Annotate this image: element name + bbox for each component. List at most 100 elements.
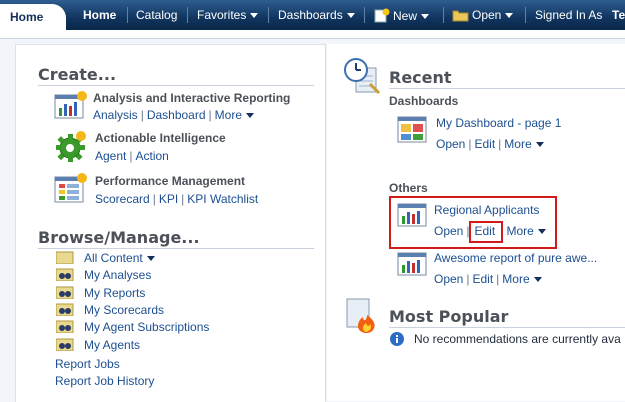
report-jobs-link[interactable]: Report Jobs <box>55 357 120 371</box>
browse-item-label: My Agent Subscriptions <box>84 320 210 334</box>
nav-dashboards-label: Dashboards <box>278 8 343 22</box>
chevron-down-icon <box>533 277 542 282</box>
left-panel: Create... Analysis and Interactive Repor… <box>15 44 326 402</box>
right-panel: Recent Dashboards My Dashboard - page 1 … <box>327 44 625 401</box>
dashboard-open-link[interactable]: Open <box>436 137 465 151</box>
create-divider <box>38 85 314 86</box>
recent-other-actions: Open | Edit | More <box>434 272 542 286</box>
binoculars-folder-icon <box>56 320 74 333</box>
other-open-link[interactable]: Open <box>434 224 463 238</box>
scorecard-icon <box>54 173 87 203</box>
other-more-menu[interactable]: More <box>502 272 542 286</box>
report-chart-icon <box>397 203 427 227</box>
create-item-title: Performance Management <box>95 174 246 188</box>
nav-separator <box>268 7 269 23</box>
recent-section-title: Recent <box>389 68 452 87</box>
nav-new-menu[interactable]: New <box>374 8 430 23</box>
browse-item-label: My Scorecards <box>84 303 165 317</box>
more-label: More <box>502 272 530 286</box>
binoculars-folder-icon <box>56 303 74 316</box>
home-tab[interactable]: Home <box>0 4 66 30</box>
folder-icon <box>56 251 74 264</box>
report-chart-icon <box>397 252 427 276</box>
create-kpi-watchlist-link[interactable]: KPI Watchlist <box>187 192 258 206</box>
signed-in-user[interactable]: Te <box>612 8 625 22</box>
create-dashboard-link[interactable]: Dashboard <box>147 108 206 122</box>
browse-my-agent-subscriptions[interactable]: My Agent Subscriptions <box>56 320 209 336</box>
dashboard-edit-link[interactable]: Edit <box>474 137 495 151</box>
clock-document-icon <box>344 58 381 94</box>
popular-message: No recommendations are currently ava <box>414 332 621 346</box>
dashboard-more-menu[interactable]: More <box>504 137 544 151</box>
browse-item-label: My Reports <box>84 286 146 300</box>
nav-favorites-menu[interactable]: Favorites <box>197 8 259 22</box>
nav-separator <box>443 7 444 23</box>
recent-divider <box>389 88 625 89</box>
create-more-menu[interactable]: More <box>215 108 254 122</box>
browse-item-label: My Agents <box>84 338 141 352</box>
nav-separator <box>187 7 188 23</box>
chevron-down-icon <box>346 13 355 18</box>
report-job-history-link[interactable]: Report Job History <box>55 374 154 388</box>
create-action-link[interactable]: Action <box>135 149 168 163</box>
nav-dashboards-menu[interactable]: Dashboards <box>278 8 355 22</box>
browse-my-agents[interactable]: My Agents <box>56 338 140 354</box>
create-item-title: Actionable Intelligence <box>95 131 226 145</box>
recent-dashboards-heading: Dashboards <box>389 94 459 108</box>
analysis-chart-icon <box>54 91 87 119</box>
browse-all-content[interactable]: All Content <box>56 251 155 267</box>
chevron-down-icon <box>250 13 259 18</box>
nav-catalog-link[interactable]: Catalog <box>136 8 177 22</box>
nav-new-label: New <box>393 9 418 23</box>
create-item-links: Agent | Action <box>95 149 169 163</box>
recent-others-heading: Others <box>389 181 428 195</box>
binoculars-folder-icon <box>56 338 74 351</box>
binoculars-folder-icon <box>56 268 74 281</box>
popular-fire-icon <box>346 298 375 333</box>
new-document-icon <box>374 8 390 23</box>
nav-open-menu[interactable]: Open <box>452 8 514 22</box>
nav-open-label: Open <box>472 8 502 22</box>
create-more-label: More <box>214 108 242 122</box>
signed-in-label: Signed In As <box>535 8 603 22</box>
recent-dashboard-name[interactable]: My Dashboard - page 1 <box>436 116 561 130</box>
more-label: More <box>504 137 532 151</box>
create-scorecard-link[interactable]: Scorecard <box>95 192 150 206</box>
browse-section-title: Browse/Manage... <box>38 228 200 247</box>
chevron-down-icon <box>535 142 544 147</box>
create-section-title: Create... <box>38 65 117 84</box>
browse-my-reports[interactable]: My Reports <box>56 286 145 302</box>
home-tab-label: Home <box>10 10 44 24</box>
create-analysis-link[interactable]: Analysis <box>93 108 138 122</box>
popular-section-title: Most Popular <box>389 307 509 326</box>
chevron-down-icon <box>146 256 155 261</box>
other-open-link[interactable]: Open <box>434 272 463 286</box>
browse-my-scorecards[interactable]: My Scorecards <box>56 303 164 319</box>
chevron-down-icon <box>421 14 430 19</box>
top-nav-bar: Home Home Catalog Favorites Dashboards N… <box>0 0 625 30</box>
popular-divider <box>389 327 625 328</box>
nav-favorites-label: Favorites <box>197 8 247 22</box>
chevron-down-icon <box>246 113 254 118</box>
more-label: More <box>506 224 534 238</box>
nav-home-link[interactable]: Home <box>83 8 116 22</box>
chevron-down-icon <box>505 13 514 18</box>
create-kpi-link[interactable]: KPI <box>159 192 178 206</box>
folder-icon <box>452 10 469 22</box>
browse-divider <box>38 248 314 249</box>
nav-separator <box>364 7 365 23</box>
highlight-edit-link <box>469 221 503 243</box>
panel-divider <box>325 44 326 401</box>
binoculars-folder-icon <box>56 286 74 299</box>
browse-my-analyses[interactable]: My Analyses <box>56 268 151 284</box>
recent-other-name[interactable]: Regional Applicants <box>434 203 539 217</box>
recent-other-name[interactable]: Awesome report of pure awe... <box>434 251 597 265</box>
other-edit-link[interactable]: Edit <box>472 272 493 286</box>
create-item-links: Analysis | Dashboard | More <box>93 108 254 122</box>
other-more-menu[interactable]: More <box>507 224 546 238</box>
chevron-down-icon <box>537 229 546 234</box>
create-item-links: Scorecard | KPI | KPI Watchlist <box>95 192 259 206</box>
browse-item-label: My Analyses <box>84 268 152 282</box>
browse-item-label: All Content <box>84 251 143 265</box>
create-agent-link[interactable]: Agent <box>95 149 126 163</box>
